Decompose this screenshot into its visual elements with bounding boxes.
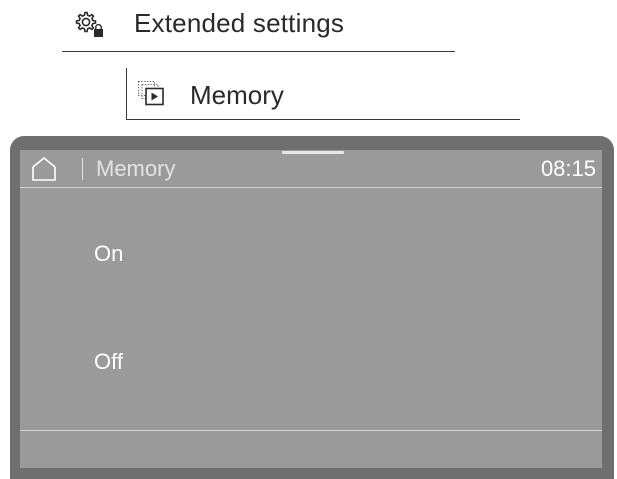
manual-page: Extended settings Memory Memory 08:15 On… xyxy=(0,0,617,479)
home-icon[interactable] xyxy=(31,156,57,182)
option-on[interactable]: On xyxy=(20,188,602,292)
status-bar: Memory 08:15 xyxy=(20,150,602,188)
display-screen: Memory 08:15 On Off xyxy=(20,150,602,468)
memory-play-icon xyxy=(137,80,169,108)
gear-lock-icon xyxy=(74,10,104,38)
scroll-handle[interactable] xyxy=(282,151,344,154)
breadcrumb-extended-settings: Extended settings xyxy=(62,0,455,52)
breadcrumb-label: Extended settings xyxy=(134,8,345,38)
device-display: Memory 08:15 On Off xyxy=(10,136,614,479)
option-label: On xyxy=(94,241,124,266)
bottom-divider xyxy=(20,430,602,431)
breadcrumb-memory: Memory xyxy=(126,68,520,120)
screen-title: Memory xyxy=(96,156,176,181)
breadcrumb-label: Memory xyxy=(190,80,284,110)
option-label: Off xyxy=(94,349,123,374)
status-divider xyxy=(82,158,83,180)
clock-time: 08:15 xyxy=(540,156,596,181)
option-off[interactable]: Off xyxy=(20,292,602,396)
